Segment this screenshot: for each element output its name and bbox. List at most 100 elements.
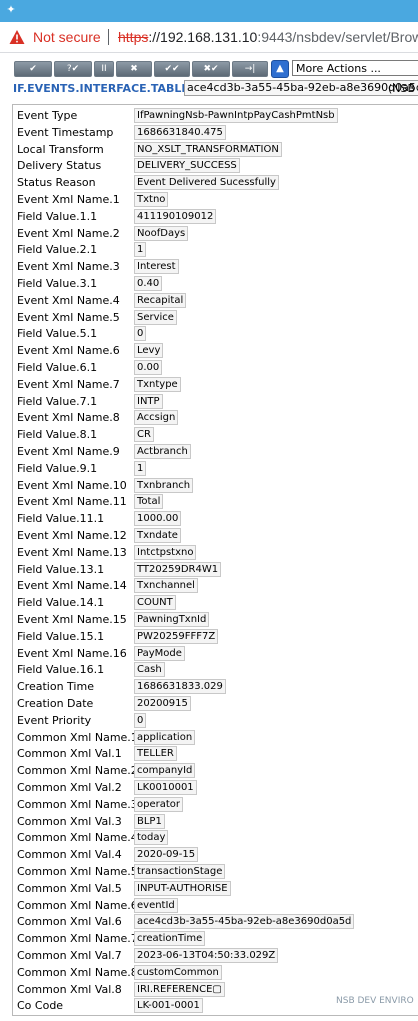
- field-value: 1: [134, 460, 147, 476]
- field-label: Common Xml Val.8: [17, 982, 122, 996]
- field-value: Cash: [134, 662, 165, 678]
- field-label: Field Value.5.1: [17, 327, 98, 341]
- field-value: companyId: [134, 763, 196, 779]
- field-row: Field Value.15.1 PW20259FFF7Z: [17, 628, 417, 645]
- record-id-field[interactable]: ace4cd3b-3a55-45ba-92eb-a8e3690d0a5d: [184, 80, 418, 96]
- field-label: Event Xml Name.15: [17, 613, 127, 626]
- hold-button[interactable]: II: [94, 61, 114, 77]
- field-row: Field Value.16.1 Cash: [17, 661, 417, 678]
- field-row: Event Xml Name.8 Accsign: [17, 409, 417, 426]
- table-name: IF.EVENTS.INTERFACE.TABLE: [13, 82, 189, 95]
- field-row: Common Xml Name.5 transactionStage: [17, 863, 417, 880]
- environment-label: NSB DEV ENVIRO: [336, 996, 414, 1006]
- record-toolbar: ✔ ?✔ II ✖ ✔✔ ✖✔ →| ▲ More Actions ... ▼: [14, 60, 418, 78]
- more-actions-select[interactable]: More Actions ... ▼: [292, 60, 418, 76]
- field-label: Event Xml Name.5: [17, 310, 120, 324]
- field-label: Common Xml Val.6: [17, 915, 122, 929]
- field-label: Field Value.2.1: [17, 243, 98, 257]
- field-label: Common Xml Val.5: [17, 881, 122, 895]
- reverse-button[interactable]: ✖✔: [192, 61, 230, 77]
- field-label: Co Code: [17, 999, 64, 1013]
- field-value: Actbranch: [134, 444, 191, 459]
- field-value: LK0010001: [134, 780, 197, 795]
- not-secure-label[interactable]: Not secure: [33, 29, 101, 45]
- field-row: Field Value.9.1 1: [17, 460, 417, 477]
- validate-button[interactable]: ?✔: [54, 61, 92, 77]
- field-row: Common Xml Name.4 today: [17, 829, 417, 846]
- field-row: Creation Time 1686631833.029: [17, 678, 417, 695]
- field-label: Field Value.15.1: [17, 629, 105, 643]
- field-row: Event Xml Name.15 PawningTxnId: [17, 611, 417, 628]
- field-label: Common Xml Val.3: [17, 814, 122, 828]
- commit-button[interactable]: ✔: [14, 61, 52, 77]
- upload-icon[interactable]: ▲: [271, 60, 289, 78]
- field-row: Common Xml Name.8 customCommon: [17, 964, 417, 981]
- url-path: :9443/nsbdev/servlet/Brow: [257, 29, 418, 45]
- field-label: Common Xml Name.4: [17, 831, 138, 845]
- field-row: Status Reason Event Delivered Sucessfully: [17, 174, 417, 191]
- address-separator: [108, 29, 109, 45]
- field-row: Common Xml Val.4 2020-09-15: [17, 846, 417, 863]
- field-label: Event Priority: [17, 713, 92, 727]
- field-label: Event Xml Name.10: [17, 478, 127, 492]
- field-value: today: [134, 830, 169, 846]
- field-value: 2020-09-15: [134, 847, 199, 863]
- field-label: Common Xml Val.2: [17, 781, 122, 794]
- warning-icon[interactable]: [9, 29, 25, 45]
- field-label: Event Xml Name.16: [17, 646, 127, 660]
- field-label: Event Xml Name.6: [17, 344, 120, 358]
- field-value: IRI.REFERENCE▢: [134, 981, 225, 997]
- field-value: Levy: [134, 343, 164, 359]
- next-button[interactable]: →|: [232, 61, 268, 77]
- field-row: Common Xml Val.8 IRI.REFERENCE▢: [17, 981, 417, 998]
- field-label: Common Xml Val.1: [17, 747, 122, 761]
- field-value: Recapital: [134, 292, 187, 308]
- field-row: Common Xml Val.1 TELLER: [17, 745, 417, 762]
- url-host: ://192.168.131.10: [148, 29, 258, 45]
- field-row: Event Xml Name.7 Txntype: [17, 376, 417, 393]
- field-row: Common Xml Val.7 2023-06-13T04:50:33.029Z: [17, 947, 417, 964]
- field-value: 0.00: [134, 360, 163, 375]
- field-value: transactionStage: [134, 864, 226, 879]
- field-value: customCommon: [134, 964, 222, 980]
- delete-button[interactable]: ✖: [116, 61, 152, 77]
- field-value: creationTime: [134, 931, 206, 947]
- field-row: Common Xml Name.7 creationTime: [17, 930, 417, 947]
- field-row: Common Xml Val.6 ace4cd3b-3a55-45ba-92eb-…: [17, 913, 417, 930]
- field-value: 1000.00: [134, 511, 182, 527]
- field-value: Txnchannel: [134, 578, 198, 594]
- url-text[interactable]: https://192.168.131.10:9443/nsbdev/servl…: [118, 29, 418, 45]
- field-label: Common Xml Name.7: [17, 932, 138, 946]
- field-value: INTP: [134, 393, 163, 409]
- app-icon: ✦: [6, 3, 16, 16]
- field-value: PW20259FFF7Z: [134, 628, 219, 644]
- field-value: CR: [134, 427, 154, 443]
- field-value: DELIVERY_SUCCESS: [134, 158, 240, 174]
- field-label: Field Value.1.1: [17, 209, 98, 223]
- field-row: Event Xml Name.1 Txtno: [17, 191, 417, 208]
- field-value: Txndate: [134, 528, 181, 543]
- field-value: Txntype: [134, 376, 181, 392]
- field-value: IfPawningNsb-PawnIntpPayCashPmtNsb: [134, 108, 338, 123]
- field-value: NO_XSLT_TRANSFORMATION: [134, 141, 282, 157]
- field-row: Common Xml Val.5 INPUT-AUTHORISE: [17, 880, 417, 897]
- field-row: Event Xml Name.5 Service: [17, 309, 417, 326]
- field-row: Event Xml Name.2 NoofDays: [17, 225, 417, 242]
- field-value: BLP1: [134, 813, 165, 829]
- field-row: Event Xml Name.3 Interest: [17, 258, 417, 275]
- address-bar[interactable]: Not secure https://192.168.131.10:9443/n…: [0, 22, 418, 53]
- field-label: Event Xml Name.3: [17, 260, 120, 274]
- field-label: Delivery Status: [17, 159, 102, 173]
- field-label: Event Xml Name.1: [17, 193, 120, 206]
- field-label: Event Xml Name.7: [17, 377, 120, 391]
- field-label: Common Xml Name.6: [17, 898, 138, 912]
- authorise-button[interactable]: ✔✔: [154, 61, 190, 77]
- field-value: Interest: [134, 259, 179, 275]
- field-value: PayMode: [134, 645, 185, 661]
- field-row: Event Xml Name.14 Txnchannel: [17, 577, 417, 594]
- field-value: 0: [134, 712, 147, 728]
- field-row: Field Value.6.1 0.00: [17, 359, 417, 376]
- field-row: Field Value.3.1 0.40: [17, 275, 417, 292]
- field-row: Event Xml Name.11 Total: [17, 493, 417, 510]
- field-row: Common Xml Name.6 eventId: [17, 897, 417, 914]
